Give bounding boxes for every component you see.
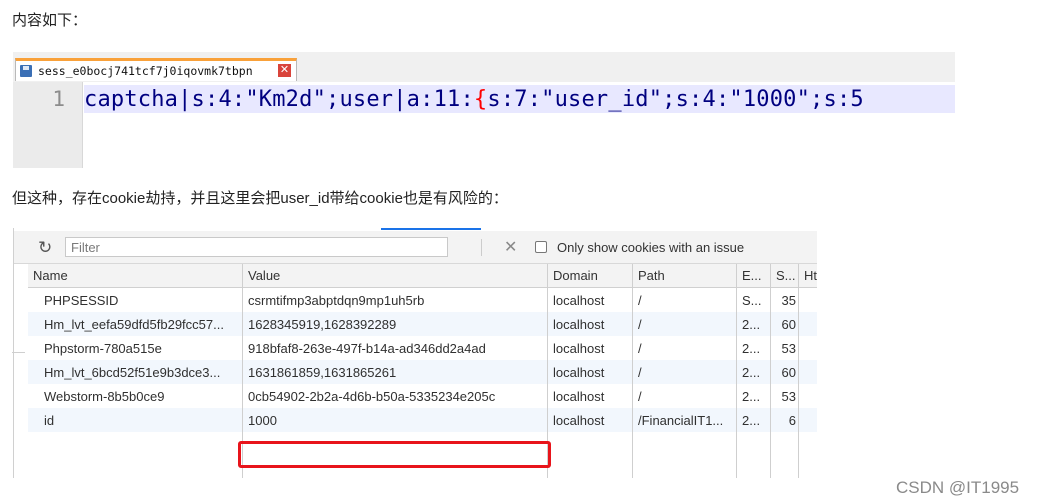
table-header: Name Value Domain Path E... S... Ht <box>28 264 817 288</box>
clear-icon[interactable]: ✕ <box>504 237 517 257</box>
cookie-domain: localhost <box>553 365 605 380</box>
cookie-domain: localhost <box>553 341 605 356</box>
only-issue-checkbox[interactable] <box>535 241 547 253</box>
only-issue-label: Only show cookies with an issue <box>557 240 745 255</box>
cookie-expires: 2... <box>742 341 761 356</box>
table-row[interactable]: id 1000 localhost/FinancialIT1... 2... 6 <box>28 408 817 432</box>
table-row[interactable]: Hm_lvt_6bcd52f51e9b3dce3... 1631861859,16… <box>28 360 817 384</box>
code-text-end: s:7:"user_id";s:4:"1000";s:5 <box>487 87 864 112</box>
cookie-value: 1000 <box>248 413 277 428</box>
explanation-text: 但这种，存在cookie劫持，并且这里会把user_id带给cookie也是有风… <box>12 190 508 207</box>
cookie-path: / <box>638 389 642 404</box>
code-line: captcha|s:4:"Km2d";user|a:11:{s:7:"user_… <box>84 85 955 113</box>
table-row[interactable]: Hm_lvt_eefa59dfd5fb29fcc57... 1628345919,… <box>28 312 817 336</box>
table-row[interactable]: PHPSESSID csrmtifmp3abptdqn9mp1uh5rb local… <box>28 288 817 312</box>
cookie-value: csrmtifmp3abptdqn9mp1uh5rb <box>248 293 425 308</box>
cookie-expires: 2... <box>742 317 761 332</box>
cookie-size: 35 <box>781 293 796 308</box>
editor-tab-bar: sess_e0bocj741tcf7j0iqovmk7tbpn ✕ <box>13 52 955 82</box>
cookie-expires: 2... <box>742 413 761 428</box>
column-header-httponly[interactable]: Ht <box>804 268 817 283</box>
cookie-size: 53 <box>781 389 796 404</box>
column-header-domain[interactable]: Domain <box>553 268 628 283</box>
cookie-domain: localhost <box>553 317 605 332</box>
cookies-table: Name Value Domain Path E... S... Ht PHPS… <box>28 264 817 478</box>
cookie-expires: S... <box>742 293 762 308</box>
refresh-icon[interactable]: ↻ <box>38 238 52 258</box>
cookie-size: 6 <box>788 413 796 428</box>
editor-screenshot: sess_e0bocj741tcf7j0iqovmk7tbpn ✕ 1 capt… <box>13 52 955 168</box>
column-divider <box>798 264 799 478</box>
cookie-path: / <box>638 341 642 356</box>
code-text-start: captcha|s:4:"Km2d";user|a:11: <box>84 87 474 112</box>
active-tab-indicator <box>381 228 481 230</box>
intro-text: 内容如下： <box>12 12 88 29</box>
cookie-size: 60 <box>781 365 796 380</box>
column-header-path[interactable]: Path <box>638 268 733 283</box>
cookie-domain: localhost <box>553 389 605 404</box>
cookie-path: / <box>638 293 642 308</box>
column-header-expires[interactable]: E... <box>742 268 766 283</box>
watermark: CSDN @IT1995 <box>896 478 1020 497</box>
code-brace: { <box>473 87 488 112</box>
cookies-panel: ↻ Filter ✕ Only show cookies with an iss… <box>13 228 817 478</box>
cookie-name: Hm_lvt_6bcd52f51e9b3dce3... <box>44 365 221 380</box>
column-header-size[interactable]: S... <box>776 268 796 283</box>
cookie-name: id <box>44 413 55 428</box>
filter-input[interactable]: Filter <box>65 237 448 257</box>
line-number-gutter: 1 <box>13 82 83 168</box>
cookie-path: / <box>638 365 642 380</box>
cookie-value: 1631861859,1631865261 <box>248 365 397 380</box>
table-row[interactable]: Phpstorm-780a515e 918bfaf8-263e-497f-b14a… <box>28 336 817 360</box>
cookie-name: Webstorm-8b5b0ce9 <box>44 389 165 404</box>
column-divider <box>736 264 737 478</box>
cookie-path: / <box>638 317 642 332</box>
column-header-name[interactable]: Name <box>33 268 233 283</box>
column-divider <box>770 264 771 478</box>
cookie-size: 60 <box>781 317 796 332</box>
cookie-value: 1628345919,1628392289 <box>248 317 397 332</box>
column-divider <box>632 264 633 478</box>
cookie-domain: localhost <box>553 293 605 308</box>
cookie-name: Hm_lvt_eefa59dfd5fb29fcc57... <box>44 317 224 332</box>
cookie-name: PHPSESSID <box>44 293 119 308</box>
highlight-box <box>238 441 551 468</box>
filter-toolbar: ↻ Filter ✕ Only show cookies with an iss… <box>14 231 817 264</box>
toolbar-divider <box>481 239 482 256</box>
column-header-value[interactable]: Value <box>248 268 538 283</box>
margin-guide <box>12 352 25 353</box>
editor-body[interactable]: 1 captcha|s:4:"Km2d";user|a:11:{s:7:"use… <box>13 82 955 168</box>
line-number: 1 <box>52 87 65 111</box>
cookie-expires: 2... <box>742 365 761 380</box>
cookie-domain: localhost <box>553 413 605 428</box>
table-row[interactable]: Webstorm-8b5b0ce9 0cb54902-2b2a-4d6b-b50a… <box>28 384 817 408</box>
cookie-value: 0cb54902-2b2a-4d6b-b50a-5335234e205c <box>248 389 496 404</box>
cookie-name: Phpstorm-780a515e <box>44 341 162 356</box>
cookie-path: /FinancialIT1... <box>638 413 724 428</box>
editor-tab-label: sess_e0bocj741tcf7j0iqovmk7tbpn <box>38 64 253 78</box>
close-icon[interactable]: ✕ <box>278 64 291 77</box>
cookie-value: 918bfaf8-263e-497f-b14a-ad346dd2a4ad <box>248 341 486 356</box>
cookie-expires: 2... <box>742 389 761 404</box>
cookie-size: 53 <box>781 341 796 356</box>
save-disk-icon <box>20 65 32 77</box>
editor-tab[interactable]: sess_e0bocj741tcf7j0iqovmk7tbpn ✕ <box>15 58 297 81</box>
